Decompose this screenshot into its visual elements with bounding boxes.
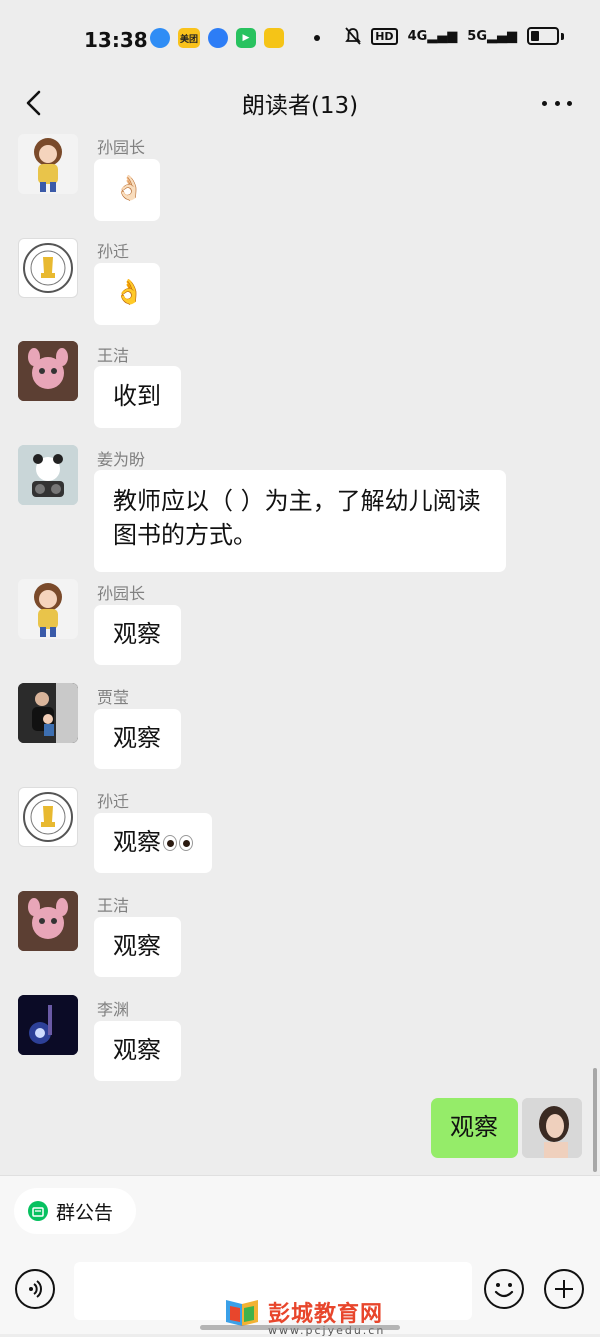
status-time: 13:38	[84, 28, 148, 52]
status-indicators: HD 4G▂▄▆ 5G▂▄▆	[345, 27, 564, 45]
message-bubble[interactable]: 收到	[94, 366, 181, 428]
mute-icon	[345, 27, 362, 45]
hd-badge: HD	[371, 27, 398, 45]
message-list[interactable]: 孙园长 👌🏻 孙迁 👌 王洁 收到 姜为盼 教师应以（ ）为主，了解幼儿阅读图书…	[0, 128, 600, 1175]
scrollbar[interactable]	[593, 1068, 597, 1172]
ok-hand-emoji: 👌	[114, 278, 144, 306]
video-app-icon: ▶	[236, 28, 256, 48]
pink-toy-avatar[interactable]	[18, 891, 78, 951]
message-bubble[interactable]: 观察	[94, 1021, 181, 1081]
battery-tip	[561, 32, 564, 40]
chat-header: 朗读者(13)	[0, 78, 600, 128]
sender-name: 孙园长	[97, 584, 146, 603]
notification-dot	[314, 35, 320, 41]
oscar-logo-avatar[interactable]	[18, 787, 78, 847]
eyes-emoji	[163, 835, 193, 851]
ok-hand-emoji: 👌🏻	[114, 174, 144, 202]
message-bubble[interactable]: 观察	[94, 917, 181, 977]
family-photo-avatar[interactable]	[18, 683, 78, 743]
more-functions-plus-icon[interactable]	[544, 1269, 584, 1309]
sender-name: 李渊	[97, 1000, 130, 1019]
meituan-app-icon: 美团	[178, 28, 200, 48]
group-announcement-button[interactable]: 群公告	[14, 1188, 136, 1234]
signal-4g-label: 4G	[407, 28, 428, 44]
signal-5g-label: 5G	[467, 28, 487, 44]
panda-avatar[interactable]	[18, 445, 78, 505]
my-message-bubble[interactable]: 观察	[431, 1098, 518, 1158]
message-bubble[interactable]: 观察	[94, 605, 181, 665]
battery-icon	[527, 27, 559, 45]
sender-name: 孙迁	[97, 242, 130, 261]
announcement-label: 群公告	[56, 1201, 114, 1224]
sender-name: 王洁	[97, 896, 130, 915]
status-app-icons: 美团 ▶	[150, 28, 320, 48]
woman-portrait-avatar[interactable]	[522, 1098, 582, 1158]
doll-girl-avatar[interactable]	[18, 134, 78, 194]
message-bubble[interactable]: 👌	[94, 263, 160, 325]
notes-app-icon	[264, 28, 284, 48]
sender-name: 姜为盼	[97, 450, 146, 469]
sender-name: 贾莹	[97, 688, 130, 707]
browser-app-icon	[150, 28, 170, 48]
message-bubble[interactable]: 👌🏻	[94, 159, 160, 221]
message-bubble[interactable]: 观察	[94, 709, 181, 769]
sender-name: 孙园长	[97, 138, 146, 157]
sender-name: 王洁	[97, 346, 130, 365]
more-options-icon[interactable]	[542, 90, 572, 116]
night-light-avatar[interactable]	[18, 995, 78, 1055]
oscar-logo-avatar[interactable]	[18, 238, 78, 298]
signal-5g-icon: 5G▂▄▆	[467, 28, 517, 44]
doll-girl-avatar[interactable]	[18, 579, 78, 639]
message-bubble[interactable]: 观察	[94, 813, 212, 873]
signal-4g-icon: 4G▂▄▆	[407, 28, 458, 44]
pink-toy-avatar[interactable]	[18, 341, 78, 401]
chat-title: 朗读者(13)	[241, 93, 359, 119]
message-text: 观察	[113, 828, 161, 856]
blue-app-icon	[208, 28, 228, 48]
smiley-icon	[494, 1283, 514, 1298]
announcement-icon	[28, 1201, 48, 1221]
voice-input-button[interactable]	[15, 1269, 55, 1309]
message-bubble[interactable]: 教师应以（ ）为主，了解幼儿阅读图书的方式。	[94, 470, 506, 572]
emoji-button[interactable]	[484, 1269, 524, 1309]
status-bar: 13:38 美团 ▶ HD 4G▂▄▆ 5G▂▄▆	[0, 0, 600, 78]
home-indicator[interactable]	[200, 1325, 400, 1330]
voice-icon	[29, 1280, 42, 1298]
book-logo-icon	[226, 1300, 258, 1326]
sender-name: 孙迁	[97, 792, 130, 811]
